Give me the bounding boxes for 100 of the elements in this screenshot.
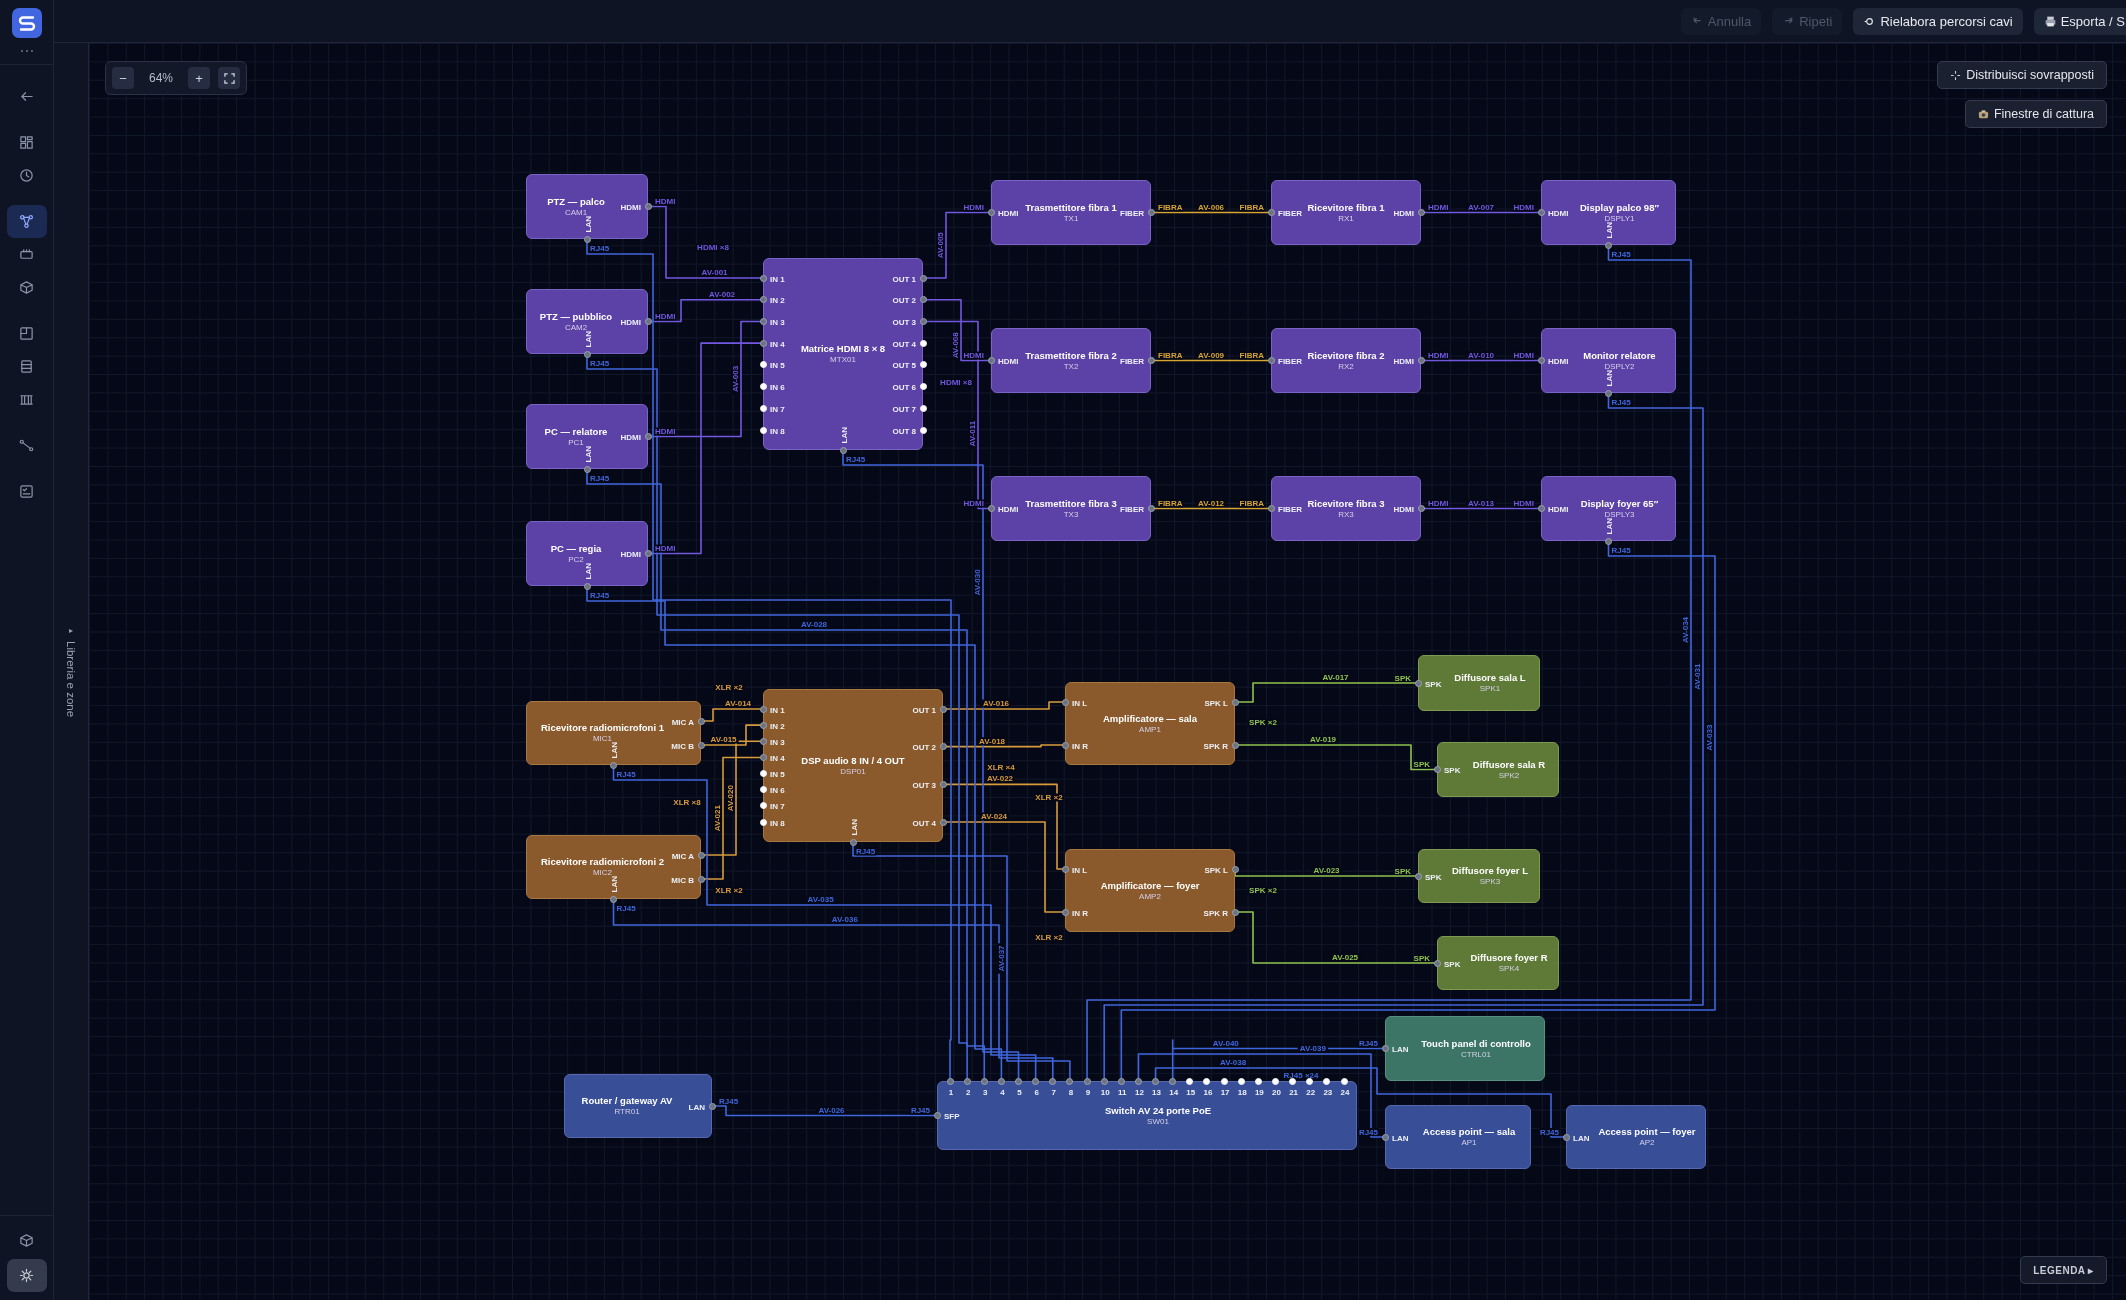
- logo-icon[interactable]: [11, 8, 42, 38]
- port-dot[interactable]: [1231, 698, 1239, 706]
- port-dot[interactable]: [1267, 357, 1275, 364]
- port-dot[interactable]: [1417, 505, 1425, 512]
- zoom-in-button[interactable]: +: [188, 67, 210, 89]
- device-node[interactable]: Diffusore foyer R SPK4 SPK: [1437, 936, 1559, 990]
- device-node[interactable]: PC — regia PC2 HDMI LAN: [526, 521, 648, 586]
- port-dot[interactable]: [759, 737, 767, 745]
- port-dot[interactable]: [759, 274, 767, 282]
- device-node[interactable]: Touch panel di controllo CTRL01 LAN: [1385, 1016, 1545, 1081]
- port-dot[interactable]: [980, 1077, 988, 1085]
- port-dot[interactable]: [583, 465, 591, 473]
- port-dot[interactable]: [583, 235, 591, 243]
- port-dot[interactable]: [1605, 241, 1612, 249]
- port-dot[interactable]: [1061, 908, 1069, 916]
- port-dot[interactable]: [987, 209, 995, 216]
- zoom-out-button[interactable]: −: [112, 67, 134, 89]
- device-node[interactable]: Matrice HDMI 8 × 8 MTX01 IN 1 IN 2 IN 3 IN 4 IN 5 IN 6 IN 7 IN 8 OUT 1 OUT 2 OUT 3 OUT 4 OUT 5 OUT 6 OUT 7 OUT 8 LAN: [763, 258, 923, 450]
- port-dot[interactable]: [849, 838, 857, 846]
- port-dot[interactable]: [987, 505, 995, 512]
- port-dot[interactable]: [1381, 1133, 1389, 1141]
- expand-toggle[interactable]: ▸: [69, 625, 73, 635]
- device-node[interactable]: PTZ — palco CAM1 HDMI LAN: [526, 174, 648, 239]
- device-node[interactable]: Switch AV 24 porte PoE SW01 SFP 1 2 3 4 5 6 7 8 9 10 11 12 13 14 15 16 17 18 19 20 21 22 23 24: [937, 1081, 1357, 1150]
- port-dot[interactable]: [839, 446, 847, 454]
- port-dot[interactable]: [759, 317, 767, 325]
- port-dot[interactable]: [1169, 1077, 1177, 1085]
- port-dot[interactable]: [1061, 741, 1069, 749]
- port-dot[interactable]: [644, 550, 652, 557]
- port-dot[interactable]: [1605, 537, 1612, 545]
- port-dot[interactable]: [644, 203, 652, 210]
- port-dot[interactable]: [1414, 872, 1422, 880]
- device-node[interactable]: Diffusore sala L SPK1 SPK: [1418, 655, 1540, 711]
- port-dot[interactable]: [697, 851, 705, 859]
- port-dot[interactable]: [1381, 1045, 1389, 1052]
- toolbar-button[interactable]: Esporta / S: [2033, 7, 2126, 35]
- device-node[interactable]: Monitor relatore DSPLY2 HDMI LAN: [1541, 328, 1676, 393]
- more-icon[interactable]: [18, 48, 35, 54]
- port-dot[interactable]: [1049, 1077, 1057, 1085]
- port-dot[interactable]: [1231, 741, 1239, 749]
- port-dot[interactable]: [583, 582, 591, 590]
- port-dot[interactable]: [933, 1112, 941, 1119]
- port-dot[interactable]: [759, 721, 767, 729]
- port-dot[interactable]: [708, 1102, 716, 1110]
- port-dot[interactable]: [963, 1077, 971, 1085]
- port-dot[interactable]: [1066, 1077, 1074, 1085]
- port-dot[interactable]: [1147, 209, 1155, 216]
- port-dot[interactable]: [939, 818, 947, 826]
- port-dot[interactable]: [1537, 505, 1545, 512]
- port-dot[interactable]: [987, 357, 995, 364]
- rail-button[interactable]: [6, 205, 47, 238]
- device-node[interactable]: Display palco 98″ DSPLY1 HDMI LAN: [1541, 180, 1676, 245]
- port-dot[interactable]: [1015, 1077, 1022, 1085]
- fit-button[interactable]: [218, 67, 240, 89]
- device-node[interactable]: Amplificatore — sala AMP1 IN L IN R SPK L SPK R: [1065, 682, 1235, 765]
- port-dot[interactable]: [1433, 959, 1441, 967]
- port-dot[interactable]: [610, 895, 617, 903]
- port-dot[interactable]: [759, 339, 767, 347]
- port-dot[interactable]: [759, 705, 767, 713]
- port-dot[interactable]: [1267, 505, 1275, 512]
- port-dot[interactable]: [644, 318, 652, 325]
- port-dot[interactable]: [1061, 698, 1069, 706]
- port-dot[interactable]: [939, 743, 947, 751]
- device-node[interactable]: PC — relatore PC1 HDMI LAN: [526, 404, 648, 469]
- port-dot[interactable]: [1433, 766, 1441, 773]
- device-node[interactable]: Router / gateway AV RTR01 LAN: [564, 1074, 712, 1138]
- port-dot[interactable]: [1100, 1077, 1108, 1085]
- port-dot[interactable]: [1414, 679, 1422, 687]
- port-dot[interactable]: [644, 433, 652, 440]
- port-dot[interactable]: [1061, 865, 1069, 873]
- port-dot[interactable]: [1147, 505, 1155, 512]
- port-dot[interactable]: [1605, 389, 1612, 397]
- device-node[interactable]: DSP audio 8 IN / 4 OUT DSP01 IN 1 IN 2 IN 3 IN 4 IN 5 IN 6 IN 7 IN 8 OUT 1 OUT 2 OUT 3 OUT 4 LAN: [763, 689, 943, 842]
- port-dot[interactable]: [997, 1077, 1005, 1085]
- port-dot[interactable]: [759, 753, 767, 761]
- panel-title[interactable]: Libreria e zone: [65, 640, 77, 718]
- device-node[interactable]: Diffusore sala R SPK2 SPK: [1437, 742, 1559, 797]
- port-dot[interactable]: [1231, 908, 1239, 916]
- port-dot[interactable]: [1117, 1077, 1125, 1085]
- port-dot[interactable]: [1537, 209, 1545, 216]
- port-dot[interactable]: [697, 875, 705, 883]
- theme-button[interactable]: [6, 1259, 47, 1292]
- port-dot[interactable]: [919, 274, 927, 282]
- port-dot[interactable]: [1152, 1077, 1160, 1085]
- legend-button[interactable]: LEGENDA ▸: [2020, 1256, 2107, 1284]
- port-dot[interactable]: [697, 741, 705, 749]
- port-dot[interactable]: [759, 296, 767, 304]
- port-dot[interactable]: [697, 717, 705, 725]
- device-node[interactable]: Amplificatore — foyer AMP2 IN L IN R SPK L SPK R: [1065, 849, 1235, 932]
- toolbar-button[interactable]: Rielabora percorsi cavi: [1853, 7, 2023, 35]
- port-dot[interactable]: [1231, 865, 1239, 873]
- port-dot[interactable]: [1134, 1077, 1142, 1085]
- port-dot[interactable]: [1417, 209, 1425, 216]
- port-dot[interactable]: [1083, 1077, 1091, 1085]
- device-node[interactable]: Display foyer 65″ DSPLY3 HDMI LAN: [1541, 476, 1676, 541]
- device-node[interactable]: Diffusore foyer L SPK3 SPK: [1418, 849, 1540, 903]
- port-dot[interactable]: [919, 296, 927, 304]
- port-dot[interactable]: [610, 761, 617, 769]
- device-node[interactable]: Access point — sala AP1 LAN: [1385, 1105, 1531, 1169]
- port-dot[interactable]: [946, 1077, 954, 1085]
